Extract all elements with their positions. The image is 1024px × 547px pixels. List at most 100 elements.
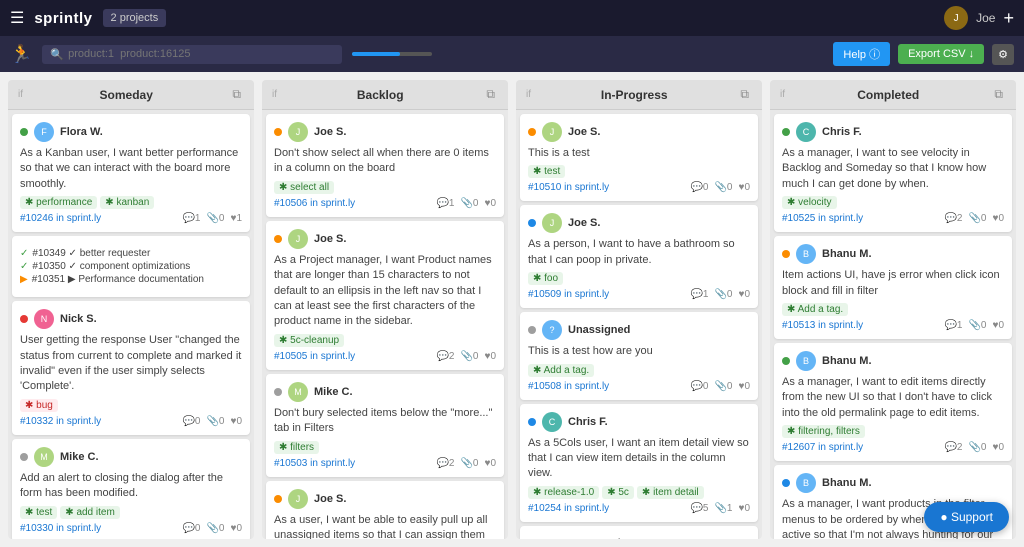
- likes-count: ♥0: [739, 289, 751, 300]
- table-row[interactable]: FFlora W. As a Kanban user, I want bette…: [12, 114, 250, 232]
- card-author: Chris F.: [568, 416, 608, 428]
- avatar: B: [796, 351, 816, 371]
- table-row[interactable]: JJoe S. As a person, I want to have a ba…: [520, 205, 758, 308]
- table-row[interactable]: JJoe S. As a Project manager, I want Pro…: [266, 221, 504, 370]
- card-link[interactable]: #10509 in sprint.ly: [528, 289, 609, 300]
- column-copy-button[interactable]: ⧉: [991, 86, 1006, 103]
- avatar: C: [542, 412, 562, 432]
- tag[interactable]: ✱ select all: [274, 181, 334, 194]
- priority-dot: [528, 219, 536, 227]
- tag[interactable]: ✱ Add a tag.: [782, 303, 848, 316]
- search-input[interactable]: [68, 48, 334, 60]
- card-link[interactable]: #10503 in sprint.ly: [274, 458, 355, 469]
- tag[interactable]: ✱ foo: [528, 272, 563, 285]
- avatar: J: [542, 122, 562, 142]
- card-meta: 💬2 📎0 ♥0: [436, 351, 496, 362]
- card-header: NNick S.: [20, 309, 242, 329]
- table-row[interactable]: NNick S. User getting the response User …: [12, 301, 250, 435]
- likes-count: ♥0: [739, 503, 751, 514]
- tag[interactable]: ✱ 5c: [602, 486, 634, 499]
- tag[interactable]: ✱ test: [20, 506, 57, 519]
- card-title: As a manager, I want to see velocity in …: [782, 146, 1004, 192]
- table-row[interactable]: ?Unassigned This is a test how are you ✱…: [520, 312, 758, 399]
- card-tags: ✱ bug: [20, 399, 242, 412]
- card-header: B Bhanu M.: [782, 351, 1004, 371]
- comments-count: 💬1: [944, 320, 962, 331]
- support-button[interactable]: ● Support: [924, 502, 1009, 532]
- card-tags: ✱ foo: [528, 272, 750, 285]
- column-in-progress: if In-Progress ⧉ JJoe S. This is a test …: [516, 80, 762, 539]
- card-link[interactable]: #10510 in sprint.ly: [528, 182, 609, 193]
- card-link[interactable]: #10246 in sprint.ly: [20, 213, 101, 224]
- table-row[interactable]: CChris F. As a 5Cols user, I want an ite…: [520, 404, 758, 522]
- card-author: Bhanu M.: [822, 248, 872, 260]
- tag[interactable]: ✱ filters: [274, 441, 319, 454]
- card-header: CChris F.: [782, 122, 1004, 142]
- column-header-someday: if Someday ⧉: [8, 80, 254, 110]
- avatar: C: [796, 122, 816, 142]
- card-link[interactable]: #10506 in sprint.ly: [274, 198, 355, 209]
- card-link[interactable]: #10330 in sprint.ly: [20, 523, 101, 534]
- tag[interactable]: ✱ bug: [20, 399, 58, 412]
- column-copy-button[interactable]: ⧉: [737, 86, 752, 103]
- attachments-count: 📎0: [206, 523, 224, 534]
- likes-count: ♥0: [993, 213, 1005, 224]
- comments-count: 💬5: [690, 503, 708, 514]
- tag[interactable]: ✱ filtering, filters: [782, 425, 865, 438]
- settings-button[interactable]: ⚙: [992, 44, 1014, 65]
- table-row[interactable]: JJoe S. As a user, I want be able to eas…: [266, 481, 504, 539]
- card-tags: ✱ Add a tag.: [528, 364, 750, 377]
- card-author: Bhanu M.: [822, 355, 872, 367]
- table-row[interactable]: M Mike C. Don't bury selected items below…: [266, 374, 504, 477]
- card-tags: ✱ filtering, filters: [782, 425, 1004, 438]
- table-row[interactable]: BBhanu M. As a manager, I want to edit i…: [774, 343, 1012, 461]
- search-box[interactable]: 🔍: [42, 45, 342, 64]
- tag[interactable]: ✱ kanban: [100, 196, 154, 209]
- priority-dot: [528, 418, 536, 426]
- table-row[interactable]: MMike C. Add an alert to closing the dia…: [12, 439, 250, 539]
- priority-dot: [782, 250, 790, 258]
- table-row[interactable]: BBhanu M. Item actions UI, have js error…: [774, 236, 1012, 339]
- tag[interactable]: ✱ item detail: [637, 486, 704, 499]
- card-tags: ✱ filters: [274, 441, 496, 454]
- tag[interactable]: ✱ performance: [20, 196, 97, 209]
- avatar: F: [34, 122, 54, 142]
- card-author: Bhanu M.: [822, 477, 872, 489]
- card-link[interactable]: #10508 in sprint.ly: [528, 381, 609, 392]
- tag[interactable]: ✱ 5c-cleanup: [274, 334, 344, 347]
- table-row[interactable]: JJoe S. This is a test ✱ test #10510 in …: [520, 114, 758, 201]
- export-button[interactable]: Export CSV ↓: [898, 44, 984, 64]
- card-title: As a user, I want be able to easily pull…: [274, 513, 496, 539]
- table-row[interactable]: ✓#10257 ✓ UserInfo component✓#10258 ✓ Ca…: [520, 526, 758, 539]
- attachments-count: 📎0: [714, 182, 732, 193]
- tag[interactable]: ✱ Add a tag.: [528, 364, 594, 377]
- attachments-count: 📎0: [206, 416, 224, 427]
- card-title: Don't bury selected items below the "mor…: [274, 406, 496, 437]
- column-label: Someday: [23, 88, 229, 102]
- column-copy-button[interactable]: ⧉: [483, 86, 498, 103]
- table-row[interactable]: JJoe S. Don't show select all when there…: [266, 114, 504, 217]
- projects-button[interactable]: 2 projects: [103, 9, 167, 27]
- card-link[interactable]: #10525 in sprint.ly: [782, 213, 863, 224]
- add-icon[interactable]: +: [1003, 8, 1014, 29]
- help-button[interactable]: Help ⓘ: [833, 42, 890, 66]
- table-row[interactable]: CChris F. As a manager, I want to see ve…: [774, 114, 1012, 232]
- tag[interactable]: ✱ velocity: [782, 196, 837, 209]
- card-link[interactable]: #10505 in sprint.ly: [274, 351, 355, 362]
- tag[interactable]: ✱ release-1.0: [528, 486, 599, 499]
- column-actions: ⧉: [991, 86, 1006, 103]
- column-copy-button[interactable]: ⧉: [229, 86, 244, 103]
- hamburger-icon[interactable]: ☰: [10, 8, 24, 28]
- tag[interactable]: ✱ add item: [60, 506, 120, 519]
- priority-dot: [274, 495, 282, 503]
- card-link[interactable]: #12607 in sprint.ly: [782, 442, 863, 453]
- card-link[interactable]: #10332 in sprint.ly: [20, 416, 101, 427]
- avatar: M: [288, 382, 308, 402]
- card-link[interactable]: #10513 in sprint.ly: [782, 320, 863, 331]
- table-row[interactable]: ✓#10349 ✓ better requester✓#10350 ✓ comp…: [12, 236, 250, 297]
- tag[interactable]: ✱ test: [528, 165, 565, 178]
- comments-count: 💬0: [690, 381, 708, 392]
- card-link[interactable]: #10254 in sprint.ly: [528, 503, 609, 514]
- card-author: Mike C.: [314, 386, 353, 398]
- card-tags: ✱ test✱ add item: [20, 506, 242, 519]
